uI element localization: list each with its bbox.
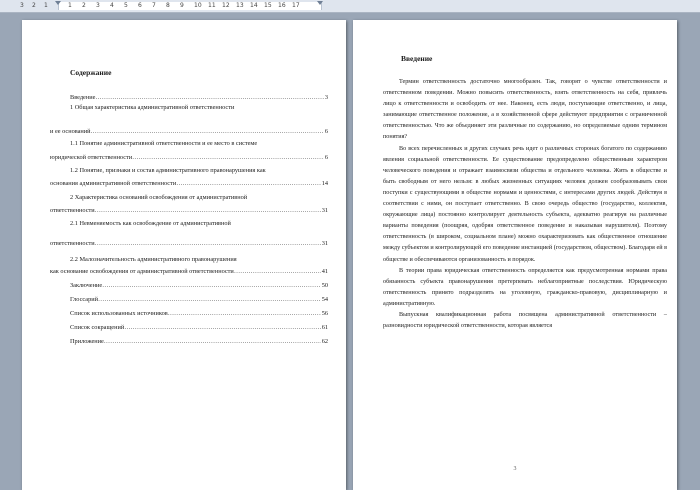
- toc-entry-text: основания административной ответственнос…: [50, 180, 177, 187]
- toc-entry-text[interactable]: 1 Общая характеристика административной …: [70, 104, 234, 112]
- toc-leader: [168, 310, 321, 318]
- toc-leader: [234, 268, 321, 276]
- ruler-number: 2: [32, 2, 36, 9]
- toc-entry-text: Список использованных источников: [70, 310, 168, 317]
- ruler-number: 3: [96, 2, 100, 9]
- toc-entry-text[interactable]: 1.1 Понятие административной ответственн…: [70, 140, 257, 148]
- toc-entry-page: 56: [321, 310, 328, 317]
- toc-entry[interactable]: юридической ответственности 6: [50, 154, 328, 162]
- horizontal-ruler[interactable]: 3 2 1 1 2 3 4 5 6 7 8 9 10 11 12 13 14 1…: [0, 0, 700, 13]
- toc-entry[interactable]: основания административной ответственнос…: [50, 180, 328, 188]
- paragraph: Выпускная квалификационная работа посвящ…: [383, 310, 667, 330]
- ruler-number: 7: [152, 2, 156, 9]
- toc-leader: [95, 94, 323, 102]
- toc-entry-text: юридической ответственности: [50, 154, 133, 161]
- toc-entry-page: 41: [321, 268, 328, 275]
- ruler-number: 1: [68, 2, 72, 9]
- toc-entry-page: 54: [321, 296, 328, 303]
- toc-entry[interactable]: Глоссарий 54: [70, 296, 328, 304]
- ruler-number: 8: [166, 2, 170, 9]
- toc-entry[interactable]: Список использованных источников 56: [70, 310, 328, 318]
- ruler-number: 2: [82, 2, 86, 9]
- ruler-number: 5: [124, 2, 128, 9]
- toc-entry-text: как основание освобождения от администра…: [50, 268, 234, 275]
- toc-entry-page: 31: [321, 207, 328, 214]
- toc-entry-page: 62: [321, 338, 328, 345]
- right-indent-marker[interactable]: [317, 1, 323, 5]
- toc-entry[interactable]: Приложение 62: [70, 338, 328, 346]
- toc-leader: [95, 240, 321, 248]
- toc-entry-text[interactable]: 1.2 Понятие, признаки и состав администр…: [70, 167, 266, 175]
- toc-entry[interactable]: ответственности 31: [50, 207, 328, 215]
- toc-entry[interactable]: Список сокращений 61: [70, 324, 328, 332]
- toc-entry[interactable]: Введение 3: [70, 94, 328, 102]
- ruler-number: 9: [180, 2, 184, 9]
- ruler-number: 12: [222, 2, 230, 9]
- toc-entry-page: 14: [321, 180, 328, 187]
- toc-entry[interactable]: и ее оснований 6: [50, 128, 328, 136]
- toc-entry-text: и ее оснований: [50, 128, 91, 135]
- toc-leader: [95, 207, 321, 215]
- ruler-number: 11: [208, 2, 216, 9]
- ruler-number: 3: [20, 2, 24, 9]
- paragraph: Термин ответственность достаточно многоо…: [383, 78, 667, 141]
- toc-entry[interactable]: Заключение 50: [70, 282, 328, 290]
- toc-entry-text[interactable]: 2.1 Невменяемость как освобождение от ад…: [70, 220, 231, 228]
- toc-title: Содержание: [70, 68, 112, 77]
- toc-entry-text[interactable]: 2.2 Малозначительность административного…: [70, 256, 237, 264]
- toc-entry-page: 6: [324, 128, 328, 135]
- toc-entry-text: Глоссарий: [70, 296, 98, 303]
- toc-entry-text: Заключение: [70, 282, 103, 289]
- document-page-right[interactable]: Введение Термин ответственность достаточ…: [353, 20, 677, 490]
- ruler-number: 10: [194, 2, 202, 9]
- page-number: 3: [513, 466, 517, 472]
- toc-leader: [132, 154, 324, 162]
- toc-entry-page: 3: [324, 94, 328, 101]
- toc-leader: [176, 180, 321, 188]
- toc-entry-page: 6: [324, 154, 328, 161]
- toc-entry-page: 50: [321, 282, 328, 289]
- ruler-number: 6: [138, 2, 142, 9]
- toc-entry-text: ответственности: [50, 240, 95, 247]
- toc-entry-text: Приложение: [70, 338, 104, 345]
- paragraph: В теории права юридическая ответственнос…: [383, 266, 667, 307]
- first-line-indent-marker[interactable]: [55, 1, 61, 5]
- toc-leader: [124, 324, 320, 332]
- toc-entry-text: Список сокращений: [70, 324, 125, 331]
- toc-entry[interactable]: как основание освобождения от администра…: [50, 268, 328, 276]
- ruler-number: 14: [250, 2, 258, 9]
- toc-leader: [98, 296, 321, 304]
- toc-leader: [91, 128, 324, 136]
- ruler-number: 13: [236, 2, 244, 9]
- introduction-title: Введение: [401, 54, 433, 63]
- toc-entry-page: 31: [321, 240, 328, 247]
- ruler-number: 17: [292, 2, 300, 9]
- toc-entry[interactable]: ответственности 31: [50, 240, 328, 248]
- introduction-body[interactable]: Термин ответственность достаточно многоо…: [383, 76, 667, 331]
- toc-leader: [102, 282, 321, 290]
- paragraph: Во всех перечисленных и других случаях р…: [383, 144, 667, 263]
- ruler-number: 16: [278, 2, 286, 9]
- toc-entry-text: Введение: [70, 94, 96, 101]
- toc-entry-text[interactable]: 2 Характеристика оснований освобождения …: [70, 194, 247, 202]
- ruler-number: 15: [264, 2, 272, 9]
- ruler-number: 1: [44, 2, 48, 9]
- toc-leader: [104, 338, 321, 346]
- ruler-number: 4: [110, 2, 114, 9]
- toc-entry-page: 61: [321, 324, 328, 331]
- toc-entry-text: ответственности: [50, 207, 95, 214]
- document-page-left[interactable]: Содержание Введение 3 1 Общая характерис…: [22, 20, 346, 490]
